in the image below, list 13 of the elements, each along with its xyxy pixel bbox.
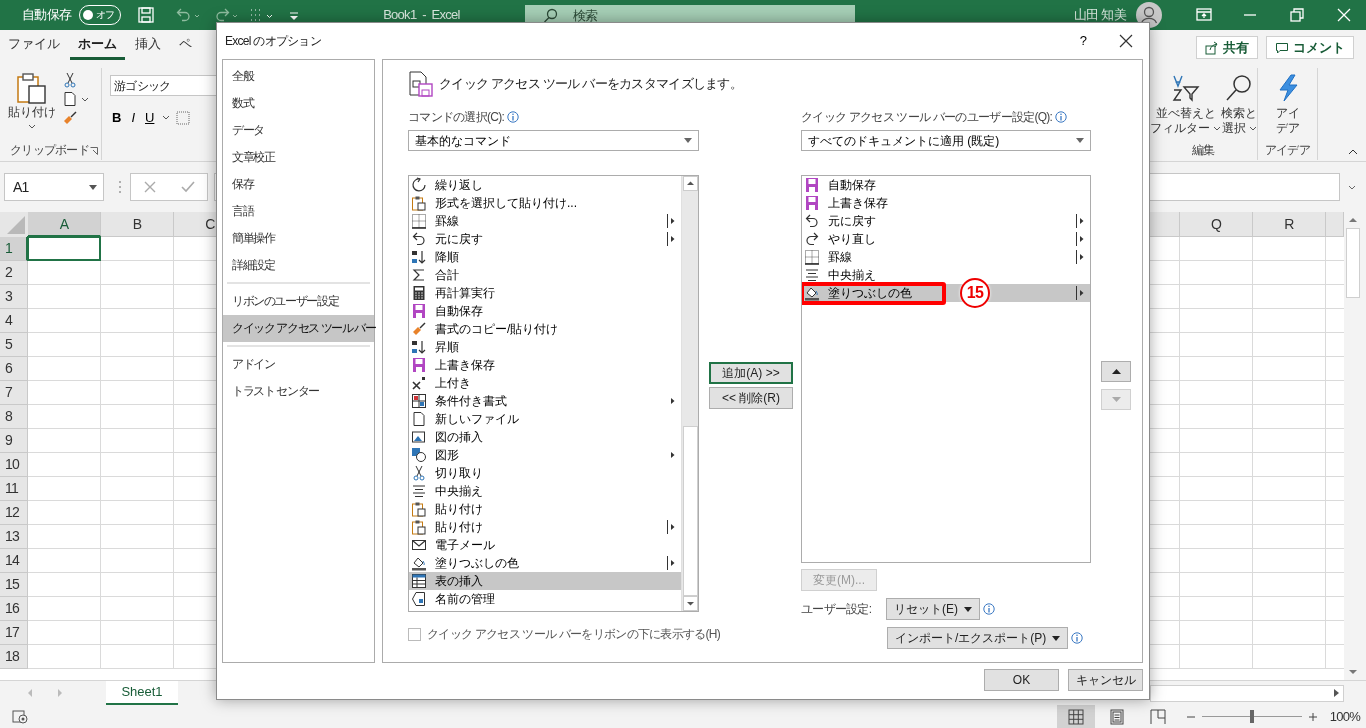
checkbox-label: クイック アクセス ツール バーをリボンの下に表示する(H) xyxy=(427,626,721,643)
section-heading: クイック アクセス ツール バーをカスタマイズします。 xyxy=(439,75,742,93)
user-name: 山田 知美 xyxy=(1074,6,1126,25)
callout-number: 15 xyxy=(960,278,990,308)
autosave-label: 自動保存 xyxy=(22,6,72,25)
dialog-title: Excel のオプション xyxy=(225,33,322,50)
field-label: コマンドの選択(C): xyxy=(408,109,505,126)
window-title: Book1 - Excel xyxy=(383,6,460,25)
group-label: クリップボード xyxy=(10,142,89,159)
field-label: ユーザー設定: xyxy=(801,601,873,618)
field-label: クイック アクセス ツール バーのユーザー設定(Q): xyxy=(801,109,1053,126)
group-label: 編集 xyxy=(1191,142,1216,159)
group-label: アイデア xyxy=(1263,142,1312,159)
